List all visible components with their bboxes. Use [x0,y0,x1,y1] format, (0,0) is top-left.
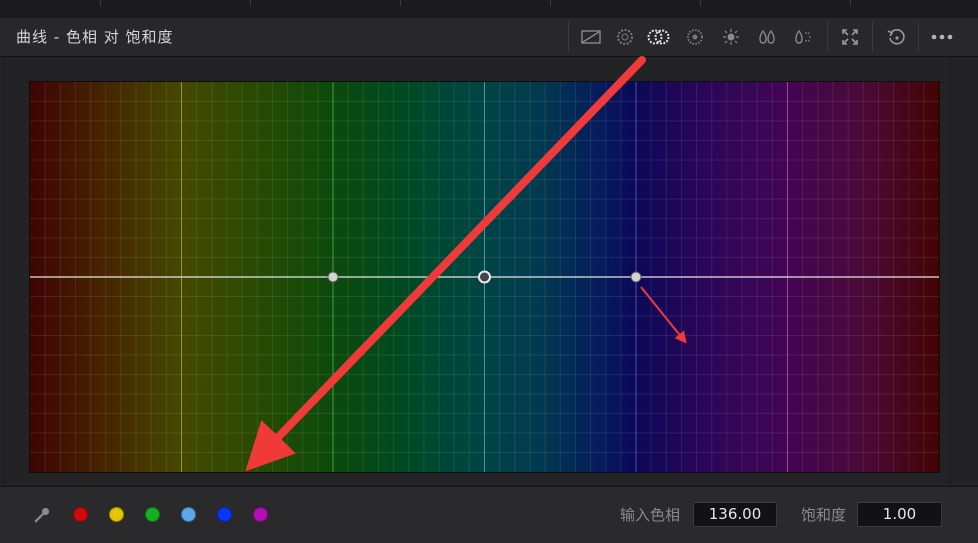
lum-vs-sat-icon [723,29,739,45]
swatch-yellow-button[interactable] [109,507,124,522]
curves-panel-header: 曲线 - 色相 对 饱和度 [0,18,978,57]
swatch-magenta-button[interactable] [253,507,268,522]
ruler-tick [550,0,551,6]
control-point-selected[interactable] [478,270,491,284]
curve-custom-icon [581,30,601,44]
eyedropper-icon [34,507,50,523]
ruler-tick [700,0,701,6]
hue-vs-lum-icon [687,29,703,45]
curve-mode-sat-vs-lum[interactable] [789,26,813,48]
curve-mode-toolbar [568,22,828,52]
more-options-button[interactable] [920,22,964,52]
hue-vs-sat-icon [647,29,670,45]
curve-mode-sat-vs-sat[interactable] [755,26,779,48]
panel-title: 曲线 - 色相 对 饱和度 [16,28,174,46]
ruler-tick [400,0,401,6]
expand-button[interactable] [828,22,873,52]
saturation-label: 饱和度 [801,506,847,524]
input-hue-field[interactable]: 136.00 [693,502,777,527]
ruler-tick [850,0,851,6]
swatch-red-button[interactable] [73,507,88,522]
control-point[interactable] [327,271,339,283]
panel-divider [4,57,5,485]
top-ruler-strip [0,0,978,19]
curve-graph[interactable] [30,82,939,472]
sat-vs-lum-icon [795,29,811,44]
curve-mode-custom[interactable] [579,26,603,48]
more-options-icon [931,34,953,40]
hue-vs-sat-curve-canvas[interactable] [29,81,940,473]
ruler-tick [100,0,101,6]
swatch-blue-button[interactable] [217,507,232,522]
curve-mode-hue-vs-hue[interactable] [613,26,637,48]
hue-vs-hue-icon [617,29,633,45]
swatch-green-button[interactable] [145,507,160,522]
reset-button[interactable] [874,22,919,52]
panel-divider [950,57,951,485]
curve-mode-hue-vs-lum[interactable] [683,26,707,48]
qualifier-picker-button[interactable] [33,506,51,524]
ruler-tick [250,0,251,6]
curve-mode-lum-vs-sat[interactable] [719,26,743,48]
expand-icon [842,29,858,45]
input-hue-label: 输入色相 [620,506,681,524]
swatch-cyan-button[interactable] [181,507,196,522]
sat-vs-sat-icon [759,29,775,44]
control-point[interactable] [630,271,642,283]
reset-icon [887,29,905,45]
curve-mode-hue-vs-sat[interactable] [647,26,671,48]
saturation-field[interactable]: 1.00 [857,502,942,527]
